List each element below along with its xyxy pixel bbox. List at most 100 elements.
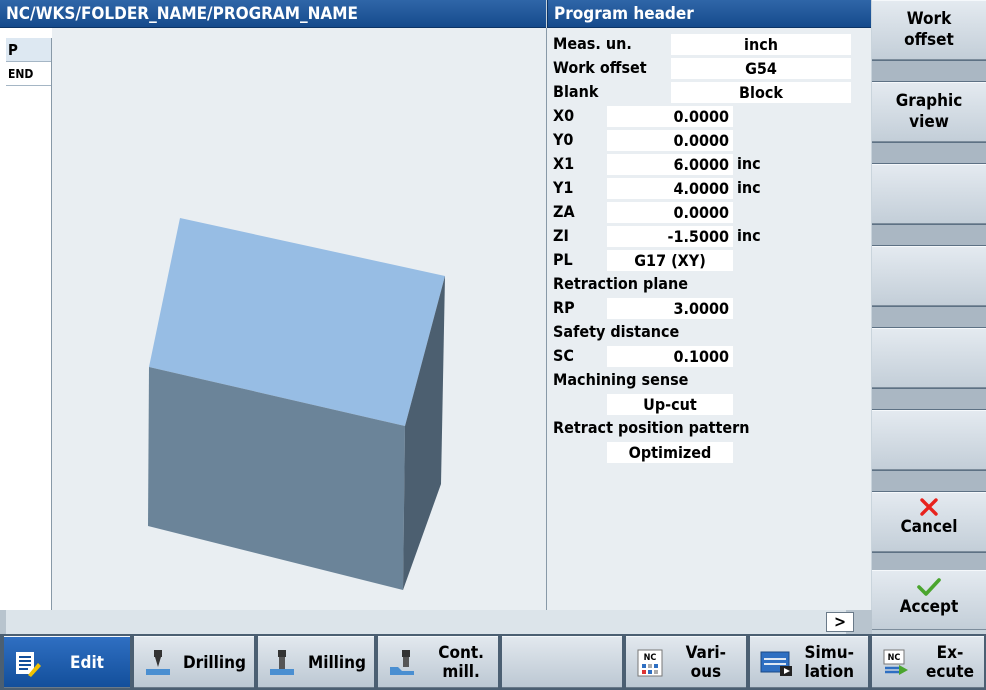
- graphic-view-softkey[interactable]: Graphic view: [872, 82, 986, 142]
- execute-icon-text: NC: [888, 653, 901, 663]
- row-sc: SC 0.1000: [547, 344, 872, 368]
- contour-milling-label: Cont. mill.: [438, 637, 484, 689]
- softkey-separator: [872, 225, 986, 245]
- blank-block-3d: [148, 218, 445, 590]
- row-x0: X0 0.0000: [547, 104, 872, 128]
- x1-unit-toggle[interactable]: inc: [737, 152, 761, 176]
- machining-sense-select[interactable]: Up-cut: [607, 394, 733, 415]
- row-pl: PL G17 (XY): [547, 248, 872, 272]
- zi-field[interactable]: -1.5000: [607, 226, 733, 247]
- empty-softkey-3[interactable]: [872, 164, 986, 224]
- row-zi: ZI -1.5000 inc: [547, 224, 872, 248]
- y0-label: Y0: [553, 130, 574, 149]
- program-path-title: NC/WKS/FOLDER_NAME/PROGRAM_NAME: [0, 0, 546, 28]
- block-program-header[interactable]: P: [6, 38, 51, 62]
- program-header-form: Meas. un. inch Work offset G54 Blank Blo…: [546, 28, 871, 610]
- empty-softkey-6[interactable]: [872, 410, 986, 470]
- contour-milling-softkey[interactable]: Cont. mill.: [378, 636, 498, 688]
- drilling-softkey[interactable]: Drilling: [134, 636, 254, 688]
- safety-distance-label: Safety distance: [553, 322, 680, 341]
- softkey-separator: [872, 143, 986, 163]
- y1-field[interactable]: 4.0000: [607, 178, 733, 199]
- row-machining-sense-value: Up-cut: [547, 392, 872, 416]
- softkey-separator: [872, 307, 986, 327]
- za-label: ZA: [553, 202, 575, 221]
- work-offset-softkey[interactable]: Work offset: [872, 0, 986, 60]
- row-y1: Y1 4.0000 inc: [547, 176, 872, 200]
- empty-softkey-5[interactable]: [872, 328, 986, 388]
- execute-line1: Ex-: [936, 643, 964, 663]
- blank-label: Blank: [553, 82, 599, 101]
- milling-softkey[interactable]: Milling: [258, 636, 374, 688]
- x0-label: X0: [553, 106, 575, 125]
- nc-execute-icon: NC: [883, 649, 908, 675]
- row-safety-distance: Safety distance: [547, 320, 872, 344]
- vertical-softkey-bar: Work offset Graphic view Cancel: [872, 0, 986, 610]
- various-line1: Vari-: [685, 643, 726, 663]
- cont-mill-line1: Cont.: [438, 643, 484, 663]
- row-work-offset: Work offset G54: [547, 56, 872, 80]
- row-machining-sense: Machining sense: [547, 368, 872, 392]
- status-line: >: [0, 610, 872, 634]
- pl-label: PL: [553, 250, 573, 269]
- drilling-label: Drilling: [182, 652, 246, 673]
- blank-graphic-view: [52, 28, 546, 610]
- zi-unit-toggle[interactable]: inc: [737, 224, 761, 248]
- edit-label: Edit: [70, 652, 104, 673]
- various-label: Vari-ous: [686, 637, 726, 689]
- cancel-label: Cancel: [900, 517, 958, 537]
- various-line2: ous: [690, 662, 722, 682]
- y1-label: Y1: [553, 178, 574, 197]
- empty-horizontal-softkey[interactable]: [502, 636, 622, 688]
- block-end[interactable]: END: [6, 62, 51, 86]
- horizontal-softkey-bar: Edit Drilling Milling Cont. mill. NC Var…: [0, 634, 986, 690]
- x0-field[interactable]: 0.0000: [607, 106, 733, 127]
- milling-icon: [270, 650, 294, 675]
- contour-milling-icon: [390, 650, 414, 675]
- row-rp: RP 3.0000: [547, 296, 872, 320]
- work-offset-softkey-line1: Work: [906, 9, 952, 29]
- row-retract-pattern-value: Optimized: [547, 440, 872, 464]
- row-meas-unit: Meas. un. inch: [547, 32, 872, 56]
- cancel-softkey[interactable]: Cancel: [872, 492, 986, 552]
- row-y0: Y0 0.0000: [547, 128, 872, 152]
- graphic-view-softkey-line2: view: [909, 112, 949, 132]
- work-offset-select[interactable]: G54: [671, 58, 851, 79]
- y0-field[interactable]: 0.0000: [607, 130, 733, 151]
- execute-line2: ecute: [925, 662, 974, 682]
- x1-field[interactable]: 6.0000: [607, 154, 733, 175]
- row-retraction-plane: Retraction plane: [547, 272, 872, 296]
- blank-select[interactable]: Block: [671, 82, 851, 103]
- checkmark-icon: [917, 578, 941, 596]
- status-message-area: [6, 610, 846, 634]
- row-retract-pattern: Retract position pattern: [547, 416, 872, 440]
- various-softkey[interactable]: NC Vari-ous: [626, 636, 746, 688]
- more-options-button[interactable]: >: [826, 612, 854, 632]
- various-icon-text: NC: [644, 653, 657, 663]
- edit-list-icon: [16, 652, 41, 677]
- machining-sense-label: Machining sense: [553, 370, 689, 389]
- execute-label: Ex-ecute: [926, 637, 974, 689]
- nc-various-icon: NC: [637, 649, 663, 677]
- sc-label: SC: [553, 346, 574, 365]
- pl-select[interactable]: G17 (XY): [607, 250, 733, 271]
- empty-softkey-4[interactable]: [872, 246, 986, 306]
- cont-mill-line2: mill.: [442, 662, 480, 682]
- simulation-icon: [760, 651, 792, 676]
- accept-softkey[interactable]: Accept: [872, 570, 986, 630]
- accept-label: Accept: [899, 597, 959, 617]
- retract-pattern-select[interactable]: Optimized: [607, 442, 733, 463]
- rp-label: RP: [553, 298, 575, 317]
- editor-top-margin: [0, 28, 52, 38]
- execute-softkey[interactable]: NC Ex-ecute: [872, 636, 984, 688]
- retraction-plane-label: Retraction plane: [553, 274, 688, 293]
- softkey-separator: [872, 471, 986, 491]
- program-header-title: Program header: [547, 0, 871, 28]
- sc-field[interactable]: 0.1000: [607, 346, 733, 367]
- simulation-softkey[interactable]: Simu-lation: [750, 636, 868, 688]
- y1-unit-toggle[interactable]: inc: [737, 176, 761, 200]
- edit-softkey[interactable]: Edit: [4, 636, 130, 688]
- za-field[interactable]: 0.0000: [607, 202, 733, 223]
- rp-field[interactable]: 3.0000: [607, 298, 733, 319]
- meas-unit-select[interactable]: inch: [671, 34, 851, 55]
